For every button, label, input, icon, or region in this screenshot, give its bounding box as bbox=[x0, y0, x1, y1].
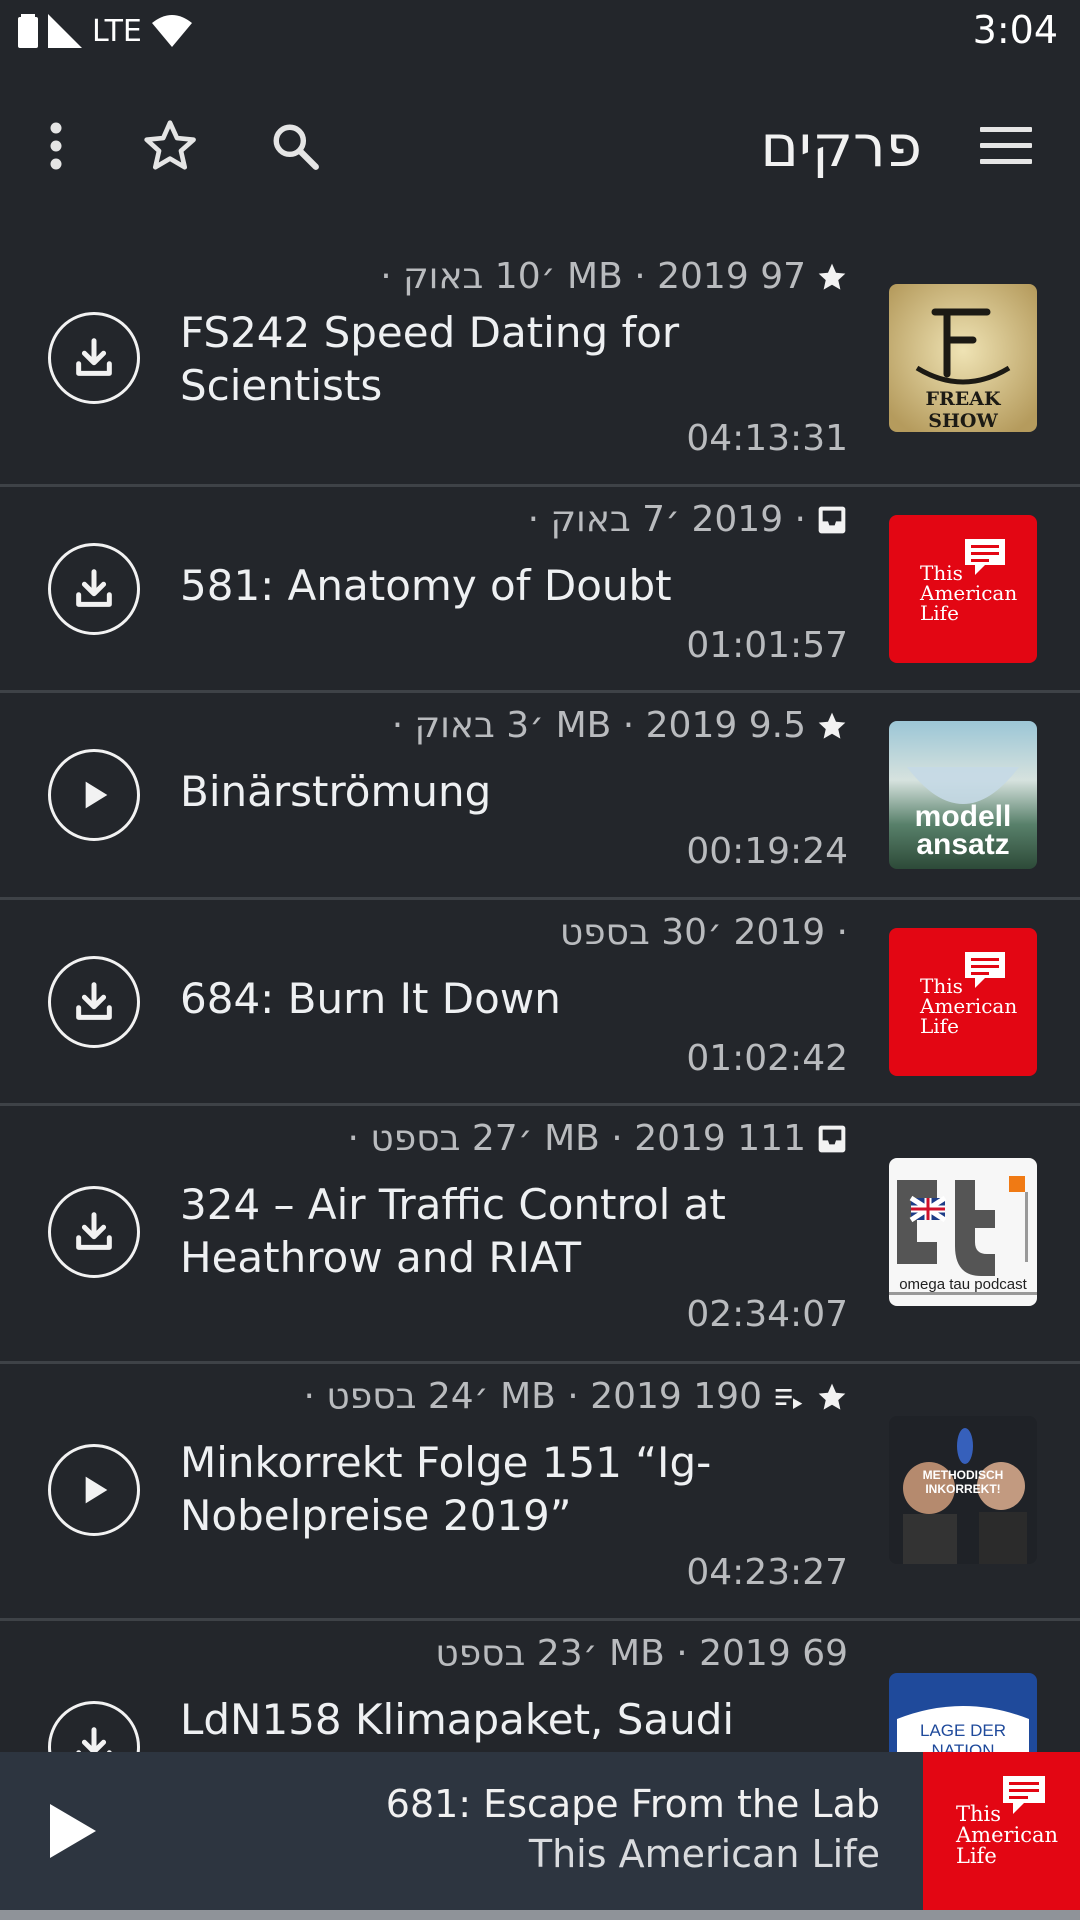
app-toolbar: פרקים bbox=[0, 62, 1080, 230]
episode-title: FS242 Speed Dating for Scientists bbox=[180, 308, 680, 410]
cover-label: modell ansatz bbox=[914, 800, 1012, 861]
now-playing-podcast: This American Life bbox=[528, 1832, 880, 1876]
list-item[interactable]: 190 MB · 2019 ׳24 בספט · Minkorrekt Folg… bbox=[0, 1364, 1080, 1621]
episode-duration: 01:02:42 bbox=[686, 1038, 848, 1079]
play-icon bbox=[85, 781, 108, 809]
download-icon bbox=[76, 982, 112, 1020]
episode-meta: 190 MB · 2019 ׳24 בספט · bbox=[304, 1376, 848, 1417]
download-icon bbox=[76, 1212, 112, 1250]
episode-duration: 01:01:57 bbox=[686, 625, 848, 666]
episode-duration: 02:34:07 bbox=[686, 1294, 848, 1335]
queue-icon bbox=[775, 1388, 803, 1409]
list-item[interactable]: · 2019 ׳30 בספט 684: Burn It Down 01:02:… bbox=[0, 900, 1080, 1106]
wifi-icon bbox=[151, 15, 192, 47]
now-playing-bar[interactable]: 681: Escape From the Lab This American L… bbox=[0, 1752, 1080, 1910]
star-icon bbox=[818, 1383, 846, 1410]
episode-duration: 04:13:31 bbox=[686, 418, 848, 459]
cover-label: This American Life bbox=[920, 974, 1018, 1038]
podcast-cover-this-american-life: This American Life bbox=[889, 928, 1037, 1076]
download-icon bbox=[76, 338, 112, 376]
podcast-cover-methodisch-inkorrekt: METHODISCH INKORREKT! bbox=[889, 1416, 1037, 1564]
search-button[interactable] bbox=[268, 62, 322, 230]
play-button[interactable] bbox=[48, 1444, 140, 1536]
download-icon bbox=[76, 1727, 112, 1752]
more-vert-icon bbox=[50, 122, 62, 170]
nav-bar-edge bbox=[0, 1910, 1080, 1920]
download-icon bbox=[76, 569, 112, 607]
cover-label: omega tau podcast bbox=[899, 1276, 1027, 1293]
list-item[interactable]: 9.5 MB · 2019 ׳3 באוק · Binärströmung 00… bbox=[0, 693, 1080, 900]
now-playing-episode: 681: Escape From the Lab bbox=[385, 1782, 880, 1826]
cover-label: LAGE DER NATION bbox=[920, 1721, 1006, 1752]
player-play-button[interactable] bbox=[40, 1794, 106, 1868]
play-icon bbox=[50, 1804, 96, 1858]
play-button[interactable] bbox=[48, 749, 140, 841]
download-button[interactable] bbox=[48, 956, 140, 1048]
episode-duration: 00:19:24 bbox=[686, 831, 848, 872]
download-button[interactable] bbox=[48, 312, 140, 404]
podcast-cover-freakshow: FREAK SHOW bbox=[889, 284, 1037, 432]
now-playing-cover: This American Life bbox=[923, 1752, 1080, 1910]
cover-divider bbox=[889, 1292, 1037, 1295]
cover-label: FREAK SHOW bbox=[925, 388, 1001, 432]
episode-title: 581: Anatomy of Doubt bbox=[180, 561, 672, 610]
episode-title: Binärströmung bbox=[180, 767, 492, 816]
podcast-cover-this-american-life: This American Life bbox=[889, 515, 1037, 663]
episode-title: 324 – Air Traffic Control at Heathrow an… bbox=[180, 1180, 726, 1282]
clock: 3:04 bbox=[972, 8, 1058, 52]
episode-title: Minkorrekt Folge 151 “Ig-Nobelpreise 201… bbox=[180, 1438, 712, 1540]
nav-drawer-button[interactable] bbox=[980, 62, 1032, 230]
star-outline-icon bbox=[144, 120, 196, 170]
list-item[interactable]: 69 MB · 2019 ׳23 בספט LdN158 Klimapaket,… bbox=[0, 1621, 1080, 1752]
cell-signal-icon bbox=[48, 14, 82, 48]
list-item[interactable]: · 2019 ׳7 באוק · 581: Anatomy of Doubt 0… bbox=[0, 487, 1080, 693]
episode-meta: · 2019 ׳30 בספט bbox=[559, 912, 848, 953]
episode-duration: 04:23:27 bbox=[686, 1552, 848, 1593]
star-icon bbox=[818, 712, 846, 739]
list-item[interactable]: 97 MB · 2019 ׳10 באוק · FS242 Speed Dati… bbox=[0, 230, 1080, 487]
search-icon bbox=[273, 124, 319, 170]
podcast-cover-omega-tau: omega tau podcast bbox=[889, 1158, 1037, 1306]
inbox-icon bbox=[818, 506, 846, 533]
favorites-button[interactable] bbox=[138, 62, 202, 230]
episode-list[interactable]: 97 MB · 2019 ׳10 באוק · FS242 Speed Dati… bbox=[0, 230, 1080, 1752]
cover-label: This American Life bbox=[920, 561, 1018, 625]
podcast-cover-lage-der-nation: LAGE DER NATION bbox=[889, 1673, 1037, 1752]
network-type: LTE bbox=[92, 13, 142, 49]
episode-meta: 97 MB · 2019 ׳10 באוק · bbox=[380, 256, 848, 297]
inbox-icon bbox=[818, 1125, 846, 1152]
play-icon bbox=[85, 1476, 108, 1504]
star-icon bbox=[818, 263, 846, 290]
cover-label: METHODISCH INKORREKT! bbox=[922, 1468, 1004, 1496]
battery-icon bbox=[18, 14, 38, 48]
overflow-menu-button[interactable] bbox=[28, 62, 84, 230]
download-button[interactable] bbox=[48, 1701, 140, 1752]
status-bar: LTE 3:04 bbox=[0, 0, 1080, 62]
episode-meta: 9.5 MB · 2019 ׳3 באוק · bbox=[392, 705, 848, 746]
podcast-cover-modellansatz: modell ansatz bbox=[889, 721, 1037, 869]
episode-meta: · 2019 ׳7 באוק · bbox=[528, 499, 848, 540]
download-button[interactable] bbox=[48, 543, 140, 635]
download-button[interactable] bbox=[48, 1186, 140, 1278]
episode-title: 684: Burn It Down bbox=[180, 974, 561, 1023]
episode-title: LdN158 Klimapaket, Saudi bbox=[180, 1695, 735, 1744]
episode-meta: 69 MB · 2019 ׳23 בספט bbox=[435, 1633, 848, 1674]
episode-meta: 111 MB · 2019 ׳27 בספט · bbox=[348, 1118, 848, 1159]
page-title: פרקים bbox=[760, 112, 922, 180]
cover-label: This American Life bbox=[956, 1802, 1059, 1868]
list-item[interactable]: 111 MB · 2019 ׳27 בספט · 324 – Air Traff… bbox=[0, 1106, 1080, 1364]
hamburger-menu-icon bbox=[980, 127, 1032, 164]
